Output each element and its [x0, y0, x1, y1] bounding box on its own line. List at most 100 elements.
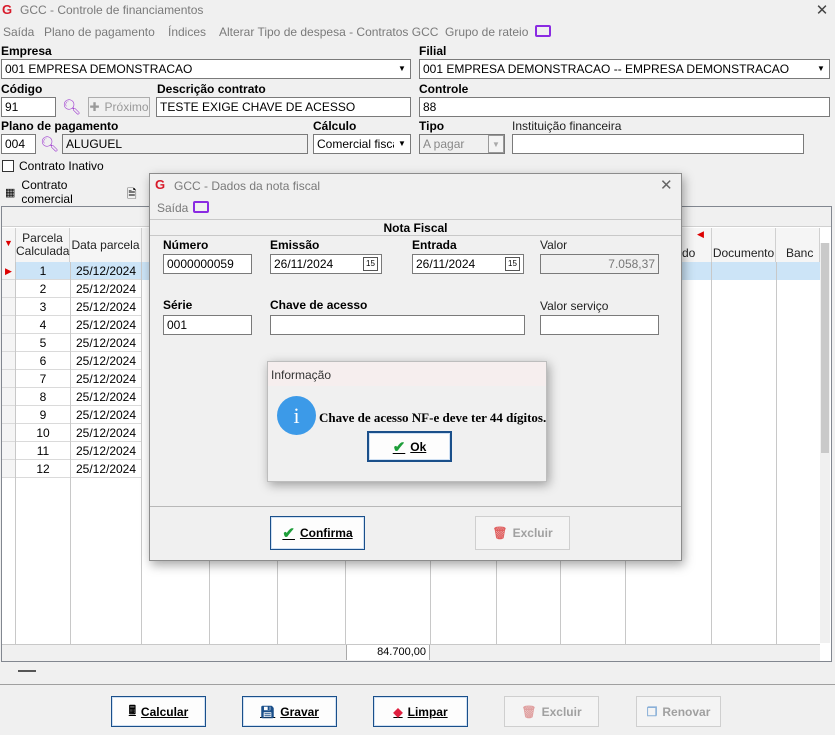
codigo-label: Código: [1, 82, 43, 96]
row-parcela: 10: [36, 426, 50, 440]
row-parcela: 12: [36, 462, 50, 476]
controle-input[interactable]: 88: [419, 97, 830, 117]
row-indicator: [2, 298, 15, 316]
header-data-parcela[interactable]: Data parcela: [70, 228, 142, 262]
eraser-icon: ◆: [393, 704, 403, 719]
row-indicator: [2, 280, 15, 298]
row-date: 25/12/2024: [75, 462, 137, 476]
emissao-date[interactable]: 26/11/2024 15: [270, 254, 382, 274]
row-parcela: 4: [39, 318, 47, 332]
plano-code-input[interactable]: 004: [1, 134, 36, 154]
menu-grupo-rateio[interactable]: Grupo de rateio: [445, 25, 528, 39]
row-indicator: [2, 370, 15, 388]
menu-saida[interactable]: Saída: [3, 25, 34, 39]
trash-icon: 🗑︎: [492, 526, 508, 540]
grid-total: 84.700,00: [346, 645, 430, 660]
calcular-button[interactable]: 🖩 Calcular: [111, 696, 206, 727]
filial-label: Filial: [419, 44, 447, 58]
serie-input[interactable]: 001: [163, 315, 252, 335]
row-indicator: [2, 442, 15, 460]
inativo-checkbox[interactable]: [2, 160, 14, 172]
calculo-value: Comercial fiscal: [317, 137, 402, 151]
close-icon[interactable]: ✕: [812, 1, 832, 19]
modal-excluir-button: 🗑︎ Excluir: [475, 516, 570, 550]
excluir-button: 🗑︎ Excluir: [504, 696, 599, 727]
document-icon: 🗎: [127, 187, 137, 201]
grid-icon: ▦: [5, 186, 16, 199]
copy-icon: ❐: [646, 704, 658, 719]
calendar-icon[interactable]: 15: [505, 257, 520, 271]
chevron-down-icon[interactable]: ▼: [813, 60, 829, 78]
entrada-date[interactable]: 26/11/2024 15: [412, 254, 524, 274]
renovar-button: ❐ Renovar: [636, 696, 721, 727]
row-date: 25/12/2024: [75, 336, 137, 350]
monitor-icon[interactable]: [535, 25, 551, 37]
proximo-button[interactable]: ✚ Próximo: [88, 97, 150, 117]
menu-plano-pagamento[interactable]: Plano de pagamento: [44, 25, 155, 39]
row-date: 25/12/2024: [75, 354, 137, 368]
row-indicator: [2, 424, 15, 442]
confirma-button[interactable]: ✔ Confirma: [270, 516, 365, 550]
filial-value: 001 EMPRESA DEMONSTRACAO -- EMPRESA DEMO…: [423, 62, 790, 76]
modal-menu-saida[interactable]: Saída: [157, 201, 188, 215]
chevron-down-icon[interactable]: ▼: [394, 135, 410, 153]
scroll-left-icon[interactable]: ◀: [697, 229, 704, 240]
serie-label: Série: [163, 298, 193, 312]
valor-servico-input[interactable]: [540, 315, 659, 335]
header-parcela[interactable]: Parcela Calculada: [16, 228, 70, 262]
grid-scrollbar-thumb[interactable]: [821, 243, 829, 453]
limpar-button[interactable]: ◆ Limpar: [373, 696, 468, 727]
empresa-select[interactable]: 001 EMPRESA DEMONSTRACAO ▼: [1, 59, 411, 79]
grid-splitter[interactable]: [18, 670, 36, 672]
row-date: 25/12/2024: [75, 300, 137, 314]
row-indicator: [2, 388, 15, 406]
calculo-select[interactable]: Comercial fiscal ▼: [313, 134, 411, 154]
monitor-icon[interactable]: [193, 201, 209, 213]
search-icon[interactable]: 🔍︎: [62, 98, 81, 116]
row-indicator: [2, 406, 15, 424]
ok-button[interactable]: ✔ Ok: [367, 431, 452, 462]
menu-indices[interactable]: Índices: [168, 25, 206, 39]
tipo-label: Tipo: [419, 119, 445, 133]
tipo-value: A pagar: [423, 137, 465, 151]
row-date: 25/12/2024: [75, 444, 137, 458]
row-date: 25/12/2024: [75, 390, 137, 404]
row-date: 25/12/2024: [75, 264, 137, 278]
app-logo-icon: G: [155, 177, 166, 192]
header-documento[interactable]: Documento: [712, 228, 776, 262]
check-icon: ✔: [392, 438, 406, 456]
descricao-input[interactable]: TESTE EXIGE CHAVE DE ACESSO: [156, 97, 411, 117]
modal-section-title: Nota Fiscal: [150, 219, 681, 236]
app-logo-icon: G: [2, 2, 13, 17]
chave-input[interactable]: [270, 315, 525, 335]
chave-label: Chave de acesso: [270, 298, 368, 312]
calculo-label: Cálculo: [313, 119, 357, 133]
row-indicator: [2, 352, 15, 370]
header-banco[interactable]: Banc: [776, 228, 820, 262]
row-parcela: 3: [39, 300, 47, 314]
row-date: 25/12/2024: [75, 408, 137, 422]
numero-input[interactable]: 0000000059: [163, 254, 252, 274]
tab-nota-fiscal[interactable]: 🗎: [121, 181, 151, 203]
info-title: Informação: [271, 368, 332, 382]
chevron-down-icon[interactable]: ▼: [394, 60, 410, 78]
entrada-label: Entrada: [412, 238, 457, 252]
empresa-value: 001 EMPRESA DEMONSTRACAO: [5, 62, 193, 76]
menu-alterar-tipo[interactable]: Alterar Tipo de despesa - Contratos GCC: [219, 25, 438, 39]
tipo-select: A pagar ▼: [419, 134, 505, 154]
calendar-icon[interactable]: 15: [363, 257, 378, 271]
row-indicator: [2, 460, 15, 478]
codigo-input[interactable]: 91: [1, 97, 56, 117]
filial-select[interactable]: 001 EMPRESA DEMONSTRACAO -- EMPRESA DEMO…: [419, 59, 830, 79]
search-icon[interactable]: 🔍︎: [40, 135, 59, 153]
check-icon: ✔: [282, 525, 295, 542]
row-date: 25/12/2024: [75, 426, 137, 440]
close-icon[interactable]: ✕: [660, 176, 673, 194]
instituicao-input[interactable]: [512, 134, 804, 154]
info-message: Chave de acesso NF-e deve ter 44 dígitos…: [319, 410, 547, 425]
controle-label: Controle: [419, 82, 469, 96]
save-icon: 💾︎: [260, 704, 276, 719]
tab-contrato-comercial[interactable]: ▦ Contrato comercial: [1, 178, 119, 206]
gravar-button[interactable]: 💾︎ Gravar: [242, 696, 337, 727]
row-date: 25/12/2024: [75, 372, 137, 386]
